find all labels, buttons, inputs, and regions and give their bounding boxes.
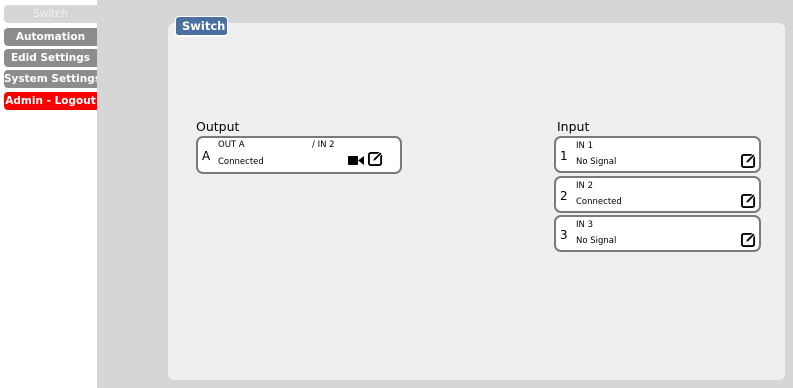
output-port-letter: A (202, 149, 211, 163)
video-camera-icon (348, 156, 364, 165)
input-port-name: IN 2 (576, 181, 593, 191)
output-title: Output (196, 119, 240, 134)
sidebar-item-switch[interactable]: Switch (4, 5, 97, 23)
edit-icon[interactable] (368, 151, 383, 166)
input-port-number: 2 (560, 189, 568, 203)
sidebar-item-edid-settings[interactable]: Edid Settings (4, 49, 97, 67)
output-port-name: OUT A (218, 140, 245, 150)
input-port-2[interactable]: 2 IN 2 Connected (554, 176, 761, 213)
output-port-status: Connected (218, 157, 264, 167)
input-port-number: 1 (560, 149, 568, 163)
input-port-number: 3 (560, 228, 568, 242)
input-title: Input (557, 119, 590, 134)
output-port-a[interactable]: A OUT A / IN 2 Connected (196, 136, 402, 174)
edit-icon[interactable] (741, 232, 756, 247)
edit-icon[interactable] (741, 153, 756, 168)
input-port-status: Connected (576, 197, 622, 207)
edit-icon[interactable] (741, 193, 756, 208)
sidebar-item-admin-logout[interactable]: Admin - Logout (4, 92, 97, 110)
sidebar-item-system-settings[interactable]: System Settings (4, 70, 97, 88)
input-port-3[interactable]: 3 IN 3 No Signal (554, 215, 761, 252)
sidebar: Switch Automation Edid Settings System S… (0, 0, 97, 388)
input-port-name: IN 3 (576, 220, 593, 230)
sidebar-item-automation[interactable]: Automation (4, 28, 97, 46)
input-port-status: No Signal (576, 236, 617, 246)
input-port-status: No Signal (576, 157, 617, 167)
input-port-1[interactable]: 1 IN 1 No Signal (554, 136, 761, 173)
input-port-name: IN 1 (576, 141, 593, 151)
panel-tab-switch: Switch (175, 16, 228, 37)
output-port-route: / IN 2 (312, 140, 335, 150)
